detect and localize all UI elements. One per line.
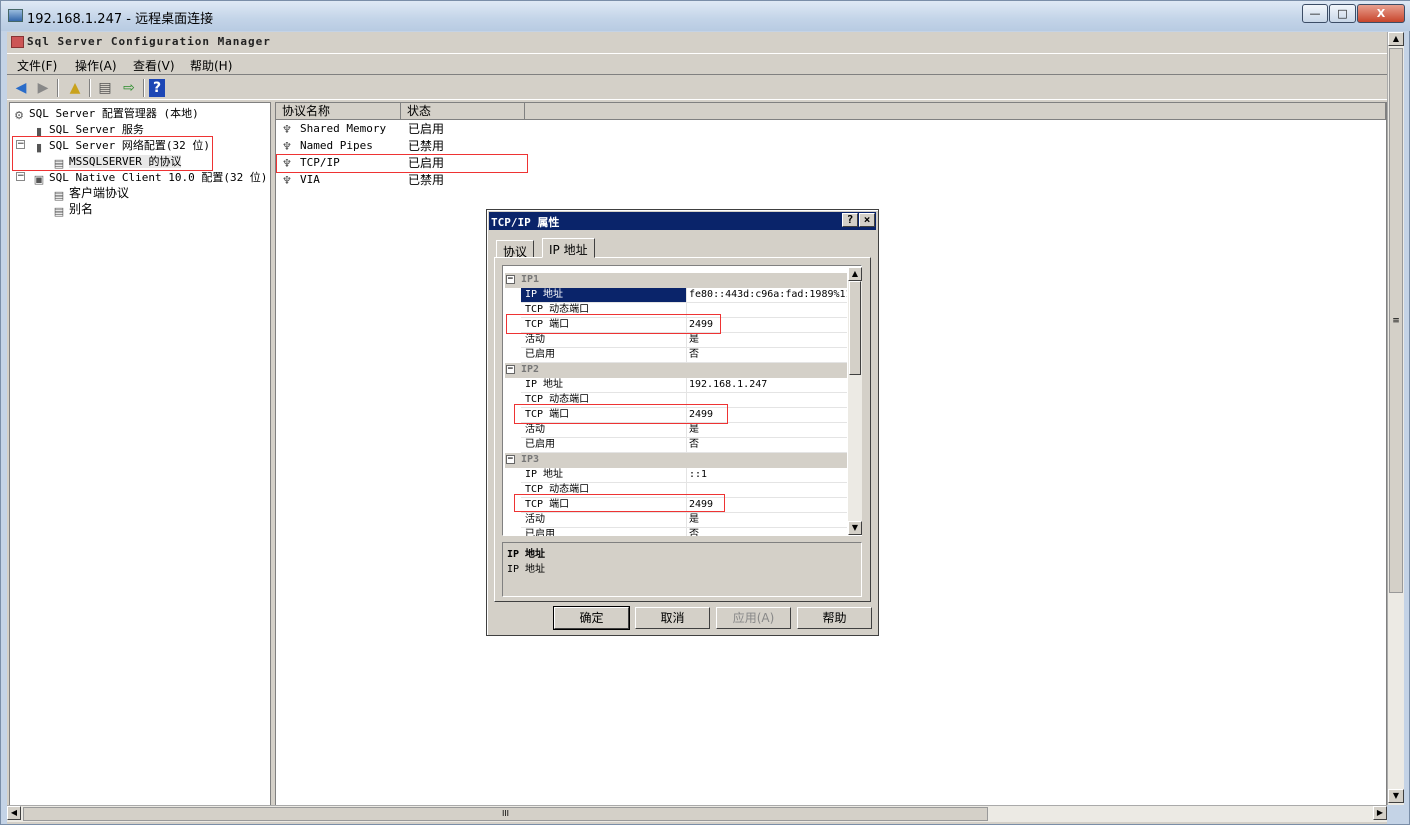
menu-action[interactable]: 操作(A) [75,57,117,74]
dialog-close-button[interactable]: × [859,213,875,227]
column-header-name[interactable]: 协议名称 [276,103,401,120]
tree-pane: ⚙ SQL Server 配置管理器 (本地) ▮ SQL Server 服务 − … [9,102,271,806]
property-row[interactable]: 已启用否 [505,528,847,536]
dialog-title: TCP/IP 属性 [491,216,560,229]
grid-scrollbar[interactable]: ▲ ▼ [848,267,862,535]
property-row[interactable]: 活动是 [505,513,847,528]
client-icon: ▣ [33,173,45,186]
property-row[interactable]: IP 地址 192.168.1.247 [505,378,847,393]
tab-protocol[interactable]: 协议 [496,240,535,259]
rdp-title-bar: 192.168.1.247 - 远程桌面连接 — □ X [1,1,1410,31]
app-title-bar: Sql Server Configuration Manager [7,32,1387,52]
app-icon [11,36,24,48]
tree-native-client-config[interactable]: ▣ SQL Native Client 10.0 配置(32 位) [32,169,268,186]
property-row[interactable]: IP 地址 fe80::443d:c96a:fad:1989%11 [505,288,847,303]
highlight-box [506,314,721,334]
protocol-icon: ♆ [282,174,292,187]
property-row[interactable]: 已启用否 [505,438,847,453]
category-ip3[interactable]: − IP3 [505,453,847,468]
up-folder-icon[interactable]: ▲ [65,79,85,97]
protocol-icon: ♆ [282,140,292,153]
menu-help[interactable]: 帮助(H) [190,57,232,74]
tree-expander[interactable]: − [16,172,25,181]
remote-desktop-icon [8,9,23,22]
help-icon[interactable]: ? [149,79,165,97]
properties-icon[interactable]: ▤ [95,79,115,97]
tab-ip-address[interactable]: IP 地址 [542,238,595,258]
toolbar-separator [143,79,145,97]
description-text: IP 地址 [507,564,546,575]
ok-button[interactable]: 确定 [553,606,630,630]
menu-bar: 文件(F) 操作(A) 查看(V) 帮助(H) [7,53,1387,75]
scroll-up-icon[interactable]: ▲ [848,267,862,281]
menu-file[interactable]: 文件(F) [17,57,57,74]
property-row[interactable]: 活动是 [505,333,847,348]
list-row-named-pipes[interactable]: ♆ Named Pipes 已禁用 [278,138,538,154]
rdp-title: 192.168.1.247 - 远程桌面连接 [27,12,214,27]
gear-icon: ⚙ [14,109,24,122]
minimize-button[interactable]: — [1302,4,1328,23]
description-panel: IP 地址 IP 地址 [502,542,862,597]
column-header-status[interactable]: 状态 [401,103,525,120]
tab-panel: − IP1 IP 地址 fe80::443d:c96a:fad:1989%11 TC… [494,257,871,602]
apply-button[interactable]: 应用(A) [716,607,791,629]
scroll-left-icon[interactable]: ◀ [7,806,21,820]
scroll-thumb[interactable]: ≡ [1389,48,1403,593]
scroll-right-icon[interactable]: ▶ [1373,806,1387,820]
highlight-box [514,494,725,512]
tree-sql-services[interactable]: ▮ SQL Server 服务 [32,121,144,138]
property-row[interactable]: 已启用否 [505,348,847,363]
property-row[interactable]: 活动是 [505,423,847,438]
scroll-up-icon[interactable]: ▲ [1388,32,1404,46]
tree-aliases[interactable]: ▤ 别名 [52,201,93,218]
dialog-title-bar: TCP/IP 属性 ? × [489,212,876,230]
forward-icon[interactable]: ▶ [33,79,53,97]
maximize-button[interactable]: □ [1329,4,1356,23]
description-title: IP 地址 [507,549,546,560]
menu-view[interactable]: 查看(V) [133,57,175,74]
category-ip1[interactable]: − IP1 [505,273,847,288]
column-header-empty [525,103,1386,120]
horizontal-scrollbar[interactable]: ◀ III ▶ [7,805,1387,822]
tree-root[interactable]: ⚙ SQL Server 配置管理器 (本地) [12,105,199,122]
highlight-box [12,136,213,171]
scroll-down-icon[interactable]: ▼ [1388,789,1404,803]
back-icon[interactable]: ◀ [11,79,31,97]
tcpip-properties-dialog: TCP/IP 属性 ? × 协议 IP 地址 − IP1 IP 地址 fe80::4… [486,209,879,636]
protocol-icon: ♆ [282,123,292,136]
scroll-thumb[interactable] [849,281,861,375]
highlight-box [276,154,528,173]
vertical-scrollbar[interactable]: ▲ ≡ ▼ [1387,32,1404,805]
list-row-shared-memory[interactable]: ♆ Shared Memory 已启用 [278,121,538,137]
rdp-window: 192.168.1.247 - 远程桌面连接 — □ X Sql Server … [0,0,1410,825]
scroll-down-icon[interactable]: ▼ [848,521,862,535]
category-ip2[interactable]: − IP2 [505,363,847,378]
close-button[interactable]: X [1357,4,1405,23]
tree-client-protocols[interactable]: ▤ 客户端协议 [52,185,129,202]
list-row-via[interactable]: ♆ VIA 已禁用 [278,172,538,188]
scroll-thumb[interactable]: III [23,807,988,821]
highlight-box [514,404,728,424]
toolbar-separator [89,79,91,97]
cancel-button[interactable]: 取消 [635,607,710,629]
property-grid: − IP1 IP 地址 fe80::443d:c96a:fad:1989%11 TC… [502,265,862,536]
export-icon[interactable]: ⇨ [119,79,139,97]
toolbar: ◀ ▶ ▲ ▤ ⇨ ? [7,76,1387,100]
property-row[interactable]: IP 地址::1 [505,468,847,483]
dialog-help-button[interactable]: ? [842,213,858,227]
help-button[interactable]: 帮助 [797,607,872,629]
app-title: Sql Server Configuration Manager [27,35,271,48]
alias-icon: ▤ [53,205,65,218]
toolbar-separator [57,79,59,97]
